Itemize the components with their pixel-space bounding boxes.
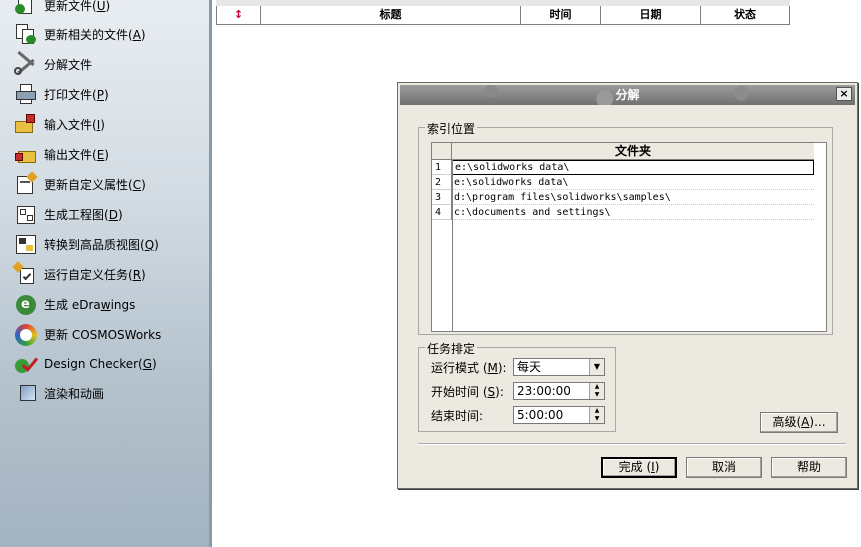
run-mode-row: 运行模式 (M): 每天 ▼ — [431, 357, 605, 377]
scissors-icon — [14, 50, 38, 75]
row-header-divider — [452, 160, 453, 331]
row-number: 2 — [432, 175, 452, 190]
design-checker-icon — [14, 353, 39, 375]
task-item-label: Design Checker(G) — [44, 357, 157, 371]
custom-properties-icon — [14, 171, 38, 195]
task-item-label: 运行自定义任务(R) — [44, 267, 146, 282]
folder-table[interactable]: 文件夹 1 e:\solidworks data\ 2 e:\solidwork… — [431, 142, 827, 332]
task-item-7[interactable]: 更新自定义属性(C) — [14, 171, 208, 197]
task-item-label: 更新相关的文件(A) — [44, 27, 146, 42]
title-column-header[interactable]: 标题 — [260, 6, 520, 24]
table-row[interactable]: 2 e:\solidworks data\ — [432, 175, 814, 190]
folder-path-cell[interactable]: e:\solidworks data\ — [452, 160, 814, 175]
start-time-row: 开始时间 (S): 23:00:00 ▲ ▼ — [431, 381, 605, 401]
start-time-label: 开始时间 (S): — [431, 384, 504, 399]
date-column-header[interactable]: 日期 — [600, 6, 700, 24]
linked-files-update-icon — [14, 23, 38, 45]
task-item-label: 转换到高品质视图(Q) — [44, 237, 159, 252]
printer-icon — [14, 83, 38, 105]
task-item-9[interactable]: 转换到高品质视图(Q) — [14, 231, 208, 257]
close-button[interactable]: × — [836, 87, 852, 101]
folder-path-cell[interactable]: c:\documents and settings\ — [452, 205, 814, 220]
button-separator — [418, 443, 846, 445]
task-item-label: 打印文件(P) — [44, 87, 109, 102]
task-item-label: 渲染和动画 — [44, 386, 105, 401]
task-item-2[interactable]: 更新相关的文件(A) — [14, 21, 208, 47]
table-row[interactable]: 4 c:\documents and settings\ — [432, 205, 814, 220]
chevron-down-icon[interactable]: ▼ — [589, 359, 604, 375]
task-item-14[interactable]: 渲染和动画 — [14, 380, 208, 406]
task-item-label: 更新 COSMOSWorks — [44, 327, 162, 342]
task-item-label: 更新文件(U) — [44, 0, 111, 13]
index-location-group: 索引位置 文件夹 1 e:\solidworks data\ 2 e:\soli… — [418, 120, 833, 335]
task-item-1[interactable]: 更新文件(U) — [14, 0, 208, 18]
task-item-label: 生成 eDrawings — [44, 297, 136, 312]
task-item-12[interactable]: 更新 COSMOSWorks — [14, 321, 208, 347]
task-item-label: 分解文件 — [44, 57, 93, 72]
task-item-8[interactable]: 生成工程图(D) — [14, 201, 208, 227]
end-time-field[interactable]: 5:00:00 ▲ ▼ — [513, 406, 605, 424]
task-item-5[interactable]: 输入文件(I) — [14, 111, 208, 137]
spin-arrows-icon[interactable]: ▲ ▼ — [589, 407, 604, 423]
high-quality-view-icon — [14, 233, 38, 255]
run-mode-value: 每天 — [517, 360, 542, 374]
status-column-header[interactable]: 状态 — [700, 6, 790, 24]
task-item-3[interactable]: 分解文件 — [14, 50, 208, 77]
edrawings-icon: e — [14, 293, 38, 315]
row-number: 4 — [432, 205, 452, 220]
time-column-header[interactable]: 时间 — [520, 6, 600, 24]
table-row[interactable]: 1 e:\solidworks data\ — [432, 160, 814, 175]
task-item-11[interactable]: e 生成 eDrawings — [14, 291, 208, 317]
start-time-value: 23:00:00 — [517, 384, 571, 398]
task-item-label: 更新自定义属性(C) — [44, 177, 146, 192]
run-mode-select[interactable]: 每天 ▼ — [513, 358, 605, 376]
task-item-13[interactable]: Design Checker(G) — [14, 351, 208, 377]
export-folder-icon — [14, 143, 38, 165]
end-time-row: 结束时间: 5:00:00 ▲ ▼ — [431, 405, 605, 425]
schedule-group: 任务排定 运行模式 (M): 每天 ▼ 开始时间 (S): 23:00:00 ▲… — [418, 340, 616, 432]
folder-table-header: 文件夹 — [432, 143, 814, 160]
task-item-4[interactable]: 打印文件(P) — [14, 81, 208, 107]
row-number: 1 — [432, 160, 452, 175]
end-time-label: 结束时间: — [431, 408, 484, 423]
cancel-button[interactable]: 取消 — [686, 457, 762, 478]
advanced-button[interactable]: 高级(A)... — [760, 412, 838, 433]
schedule-title: 任务排定 — [425, 340, 478, 357]
folder-path-cell[interactable]: d:\program files\solidworks\samples\ — [452, 190, 814, 205]
cosmosworks-icon — [14, 323, 38, 346]
task-item-label: 输入文件(I) — [44, 117, 105, 132]
sort-column-header[interactable]: ↕ — [216, 6, 260, 24]
task-grid-header: ↕ 标题 时间 日期 状态 — [216, 6, 790, 25]
task-pane: 更新文件(U) 更新相关的文件(A) 分解文件打印文件(P) 输入文件(I) 输出文件(… — [0, 0, 212, 547]
table-corner — [432, 143, 452, 160]
drawing-icon — [14, 203, 38, 225]
dialog-titlebar[interactable]: 分解 × — [400, 85, 855, 105]
import-folder-icon — [14, 113, 38, 135]
end-time-value: 5:00:00 — [517, 408, 564, 422]
folder-path-cell[interactable]: e:\solidworks data\ — [452, 175, 814, 190]
dialog-title: 分解 — [615, 88, 640, 102]
task-item-label: 输出文件(E) — [44, 147, 109, 162]
task-pane-edge — [209, 0, 212, 547]
finish-button[interactable]: 完成 (I) — [601, 457, 677, 478]
index-location-title: 索引位置 — [425, 120, 478, 137]
render-icon — [14, 382, 38, 404]
run-mode-label: 运行模式 (M): — [431, 360, 507, 375]
table-row[interactable]: 3 d:\program files\solidworks\samples\ — [432, 190, 814, 205]
task-item-10[interactable]: 运行自定义任务(R) — [12, 261, 208, 287]
custom-task-icon — [12, 261, 38, 285]
task-item-6[interactable]: 输出文件(E) — [14, 141, 208, 167]
task-item-label: 生成工程图(D) — [44, 207, 123, 222]
row-number: 3 — [432, 190, 452, 205]
document-update-icon — [14, 0, 38, 16]
spin-arrows-icon[interactable]: ▲ ▼ — [589, 383, 604, 399]
start-time-field[interactable]: 23:00:00 ▲ ▼ — [513, 382, 605, 400]
folder-column-header[interactable]: 文件夹 — [452, 143, 814, 160]
help-button[interactable]: 帮助 — [771, 457, 847, 478]
dissect-dialog: 分解 × 索引位置 文件夹 1 e:\solidworks data\ 2 e:… — [397, 82, 858, 489]
